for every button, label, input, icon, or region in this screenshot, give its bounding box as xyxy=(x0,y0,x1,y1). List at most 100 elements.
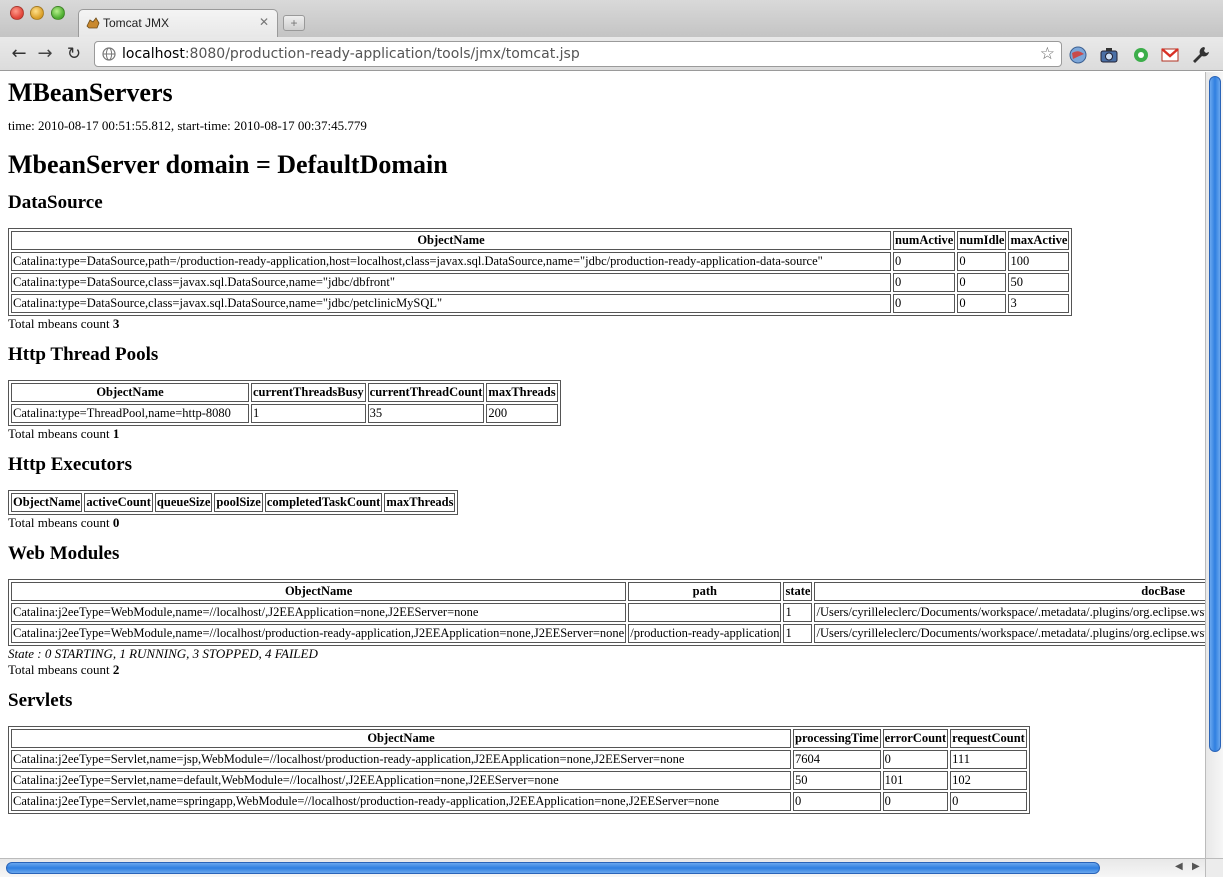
browser-tab[interactable]: Tomcat JMX ✕ xyxy=(78,9,278,37)
time-line: time: 2010-08-17 00:51:55.812, start-tim… xyxy=(8,118,367,133)
thread-pools-heading: Http Thread Pools xyxy=(8,344,159,365)
horizontal-scrollbar[interactable]: ◀ ▶ xyxy=(0,858,1205,877)
table-cell: /Users/cyrilleleclerc/Documents/workspac… xyxy=(814,603,1205,622)
wrench-icon[interactable] xyxy=(1191,45,1211,65)
zoom-window-button[interactable] xyxy=(51,6,65,20)
total-count: 1 xyxy=(112,426,120,441)
table-cell: 0 xyxy=(793,792,881,811)
table-cell: /production-ready-application xyxy=(628,624,782,643)
executors-heading: Http Executors xyxy=(8,454,133,475)
datasource-heading: DataSource xyxy=(8,192,103,213)
extension-camera-icon[interactable] xyxy=(1099,45,1119,65)
web-modules-total: Total mbeans count 2 xyxy=(8,662,1205,678)
table-row: Catalina:j2eeType=WebModule,name=//local… xyxy=(11,603,1205,622)
minimize-window-button[interactable] xyxy=(30,6,44,20)
window-titlebar: Tomcat JMX ✕ + xyxy=(0,0,1223,37)
bookmark-star-icon[interactable]: ☆ xyxy=(1040,44,1055,64)
table-cell: 1 xyxy=(783,603,813,622)
column-header: queueSize xyxy=(154,493,213,512)
table-cell: 0 xyxy=(957,294,1007,313)
new-tab-button[interactable]: + xyxy=(283,15,305,31)
page-content: MBeanServers time: 2010-08-17 00:51:55.8… xyxy=(0,78,1205,814)
column-header: docBase xyxy=(814,582,1205,601)
gmail-icon[interactable] xyxy=(1160,45,1180,65)
address-bar[interactable]: localhost:8080/production-ready-applicat… xyxy=(94,41,1062,67)
column-header: ObjectName xyxy=(11,493,83,512)
column-header: maxThreads xyxy=(486,383,558,402)
domain-heading: MbeanServer domain = DefaultDomain xyxy=(8,150,448,179)
table-cell: 0 xyxy=(893,252,956,271)
column-header: completedTaskCount xyxy=(264,493,383,512)
table-cell: /Users/cyrilleleclerc/Documents/workspac… xyxy=(814,624,1205,643)
total-count: 0 xyxy=(112,515,120,530)
column-header: numIdle xyxy=(957,231,1007,250)
table-header-row: ObjectName processingTime errorCount req… xyxy=(11,729,1027,748)
table-row: Catalina:j2eeType=Servlet,name=jsp,WebMo… xyxy=(11,750,1027,769)
web-modules-heading: Web Modules xyxy=(8,543,120,564)
table-cell: 1 xyxy=(251,404,366,423)
horizontal-scroll-thumb[interactable] xyxy=(6,862,1100,874)
globe-icon xyxy=(102,47,116,61)
close-tab-icon[interactable]: ✕ xyxy=(259,15,269,29)
table-cell: 0 xyxy=(893,294,956,313)
forward-arrow-icon[interactable]: → xyxy=(34,43,56,65)
table-cell: 50 xyxy=(793,771,881,790)
table-row: Catalina:type=ThreadPool,name=http-8080 … xyxy=(11,404,558,423)
url-text: localhost:8080/production-ready-applicat… xyxy=(122,46,580,62)
url-path: :8080/production-ready-application/tools… xyxy=(184,46,580,62)
table-header-row: ObjectName activeCount queueSize poolSiz… xyxy=(11,493,456,512)
table-cell: Catalina:j2eeType=Servlet,name=jsp,WebMo… xyxy=(11,750,791,769)
column-header: numActive xyxy=(893,231,956,250)
extension-clover-icon[interactable] xyxy=(1131,45,1151,65)
column-header: processingTime xyxy=(793,729,881,748)
table-cell xyxy=(628,603,782,622)
total-label: Total mbeans count xyxy=(8,426,110,441)
web-modules-table: ObjectName path state docBase Catalina:j… xyxy=(8,579,1205,646)
table-cell: Catalina:j2eeType=Servlet,name=default,W… xyxy=(11,771,791,790)
column-header: ObjectName xyxy=(11,582,627,601)
table-row: Catalina:type=DataSource,class=javax.sql… xyxy=(11,273,1070,292)
table-cell: 7604 xyxy=(793,750,881,769)
table-cell: Catalina:type=DataSource,path=/productio… xyxy=(11,252,891,271)
datasource-total: Total mbeans count 3 xyxy=(8,316,1205,332)
extension-globe-icon[interactable] xyxy=(1068,45,1088,65)
total-label: Total mbeans count xyxy=(8,316,110,331)
vertical-scroll-thumb[interactable] xyxy=(1209,76,1221,752)
column-header: errorCount xyxy=(882,729,949,748)
table-cell: Catalina:j2eeType=Servlet,name=springapp… xyxy=(11,792,791,811)
url-host: localhost xyxy=(122,46,185,62)
table-row: Catalina:type=DataSource,class=javax.sql… xyxy=(11,294,1070,313)
column-header: currentThreadCount xyxy=(367,383,485,402)
table-row: Catalina:j2eeType=Servlet,name=default,W… xyxy=(11,771,1027,790)
scroll-right-arrow-icon[interactable]: ▶ xyxy=(1192,861,1200,872)
scrollbar-corner xyxy=(1205,858,1223,877)
column-header: maxActive xyxy=(1008,231,1070,250)
page-viewport[interactable]: MBeanServers time: 2010-08-17 00:51:55.8… xyxy=(0,72,1205,858)
close-window-button[interactable] xyxy=(10,6,24,20)
state-legend: State : 0 STARTING, 1 RUNNING, 3 STOPPED… xyxy=(8,646,318,661)
tab-title: Tomcat JMX xyxy=(103,16,170,30)
table-cell: Catalina:type=DataSource,class=javax.sql… xyxy=(11,273,891,292)
table-header-row: ObjectName numActive numIdle maxActive xyxy=(11,231,1070,250)
column-header: ObjectName xyxy=(11,231,891,250)
table-cell: 101 xyxy=(882,771,949,790)
table-cell: 111 xyxy=(950,750,1027,769)
executors-table: ObjectName activeCount queueSize poolSiz… xyxy=(8,490,459,515)
vertical-scrollbar[interactable] xyxy=(1205,72,1223,858)
column-header: poolSize xyxy=(214,493,263,512)
total-count: 3 xyxy=(112,316,120,331)
column-header: path xyxy=(628,582,782,601)
table-cell: 102 xyxy=(950,771,1027,790)
executors-total: Total mbeans count 0 xyxy=(8,515,1205,531)
reload-icon[interactable]: ↻ xyxy=(63,43,85,65)
table-cell: Catalina:j2eeType=WebModule,name=//local… xyxy=(11,603,627,622)
scroll-left-arrow-icon[interactable]: ◀ xyxy=(1175,861,1183,872)
column-header: state xyxy=(783,582,813,601)
total-count: 2 xyxy=(112,662,120,677)
tomcat-favicon-icon xyxy=(86,17,100,29)
table-cell: 0 xyxy=(950,792,1027,811)
servlets-heading: Servlets xyxy=(8,690,73,711)
back-arrow-icon[interactable]: ← xyxy=(8,43,30,65)
column-header: currentThreadsBusy xyxy=(251,383,366,402)
table-row: Catalina:j2eeType=Servlet,name=springapp… xyxy=(11,792,1027,811)
